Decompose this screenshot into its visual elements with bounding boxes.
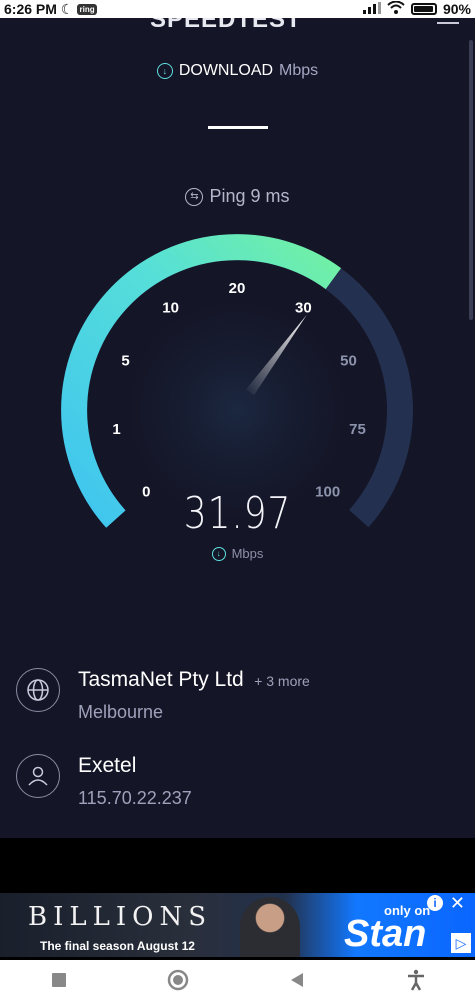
recents-button[interactable] xyxy=(39,960,79,1000)
battery-percent: 90% xyxy=(442,1,471,17)
ad-play-icon[interactable]: ▷ xyxy=(451,933,471,953)
download-arrow-icon: ↓ xyxy=(211,546,226,561)
menu-icon[interactable] xyxy=(437,22,459,24)
gauge-tick-label: 30 xyxy=(295,300,312,317)
ad-info-icon[interactable]: i xyxy=(427,895,443,911)
app-title: SPEEDTEST xyxy=(150,18,302,33)
gauge-tick-label: 10 xyxy=(162,300,179,317)
gauge-tick-label: 5 xyxy=(121,352,129,369)
server-info[interactable]: TasmaNet Pty Ltd + 3 more Melbourne xyxy=(16,668,310,723)
globe-icon xyxy=(16,668,60,712)
ping-icon: ⇆ xyxy=(185,187,204,206)
download-unit-text: Mbps xyxy=(279,62,319,79)
back-button[interactable] xyxy=(277,960,317,1000)
moon-icon: ☾ xyxy=(60,0,74,17)
more-servers-link[interactable]: + 3 more xyxy=(254,673,310,689)
gauge-tick-label: 1 xyxy=(112,421,120,438)
provider-name: Exetel xyxy=(78,754,137,777)
ad-banner[interactable]: BILLIONS The final season August 12 only… xyxy=(0,893,475,957)
status-time: 6:26 PM xyxy=(4,1,57,17)
download-label-text: DOWNLOAD xyxy=(178,62,274,79)
gauge-tick-label: 75 xyxy=(349,421,366,438)
ad-tagline: The final season August 12 xyxy=(40,939,195,953)
gauge-tick-label: 20 xyxy=(229,280,246,297)
signal-icon xyxy=(362,1,381,17)
speed-unit-text: Mbps xyxy=(231,546,264,561)
download-arrow-icon: ↓ xyxy=(156,63,173,79)
app-header: SPEEDTEST xyxy=(0,18,475,38)
ring-notification-icon: ring xyxy=(77,3,97,15)
ad-person-image xyxy=(240,897,300,957)
ad-close-icon[interactable]: ✕ xyxy=(450,893,465,914)
ad-title: BILLIONS xyxy=(28,902,213,932)
server-location: Melbourne xyxy=(78,702,164,722)
ping-text: Ping 9 ms xyxy=(209,186,290,206)
gauge-tick-label: 50 xyxy=(340,352,357,369)
home-button[interactable] xyxy=(158,960,198,1000)
ad-brand-logo: Stan xyxy=(344,913,427,955)
wifi-icon xyxy=(387,0,405,17)
status-bar: 6:26 PM ☾ ring 90% xyxy=(0,0,475,18)
system-nav-bar xyxy=(0,960,475,1000)
provider-info: Exetel 115.70.22.237 xyxy=(16,754,192,809)
user-icon xyxy=(16,754,60,798)
server-name: TasmaNet Pty Ltd xyxy=(78,668,244,691)
download-progress-line xyxy=(208,126,268,129)
speed-unit-row: ↓ Mbps xyxy=(0,546,475,561)
provider-ip: 115.70.22.237 xyxy=(78,788,192,808)
speed-value: 31.97 xyxy=(183,488,292,539)
ping-readout: ⇆ Ping 9 ms xyxy=(0,186,475,207)
battery-icon xyxy=(410,3,437,15)
accessibility-icon[interactable] xyxy=(396,960,436,1000)
download-mode-label: ↓ DOWNLOAD Mbps xyxy=(0,62,475,80)
